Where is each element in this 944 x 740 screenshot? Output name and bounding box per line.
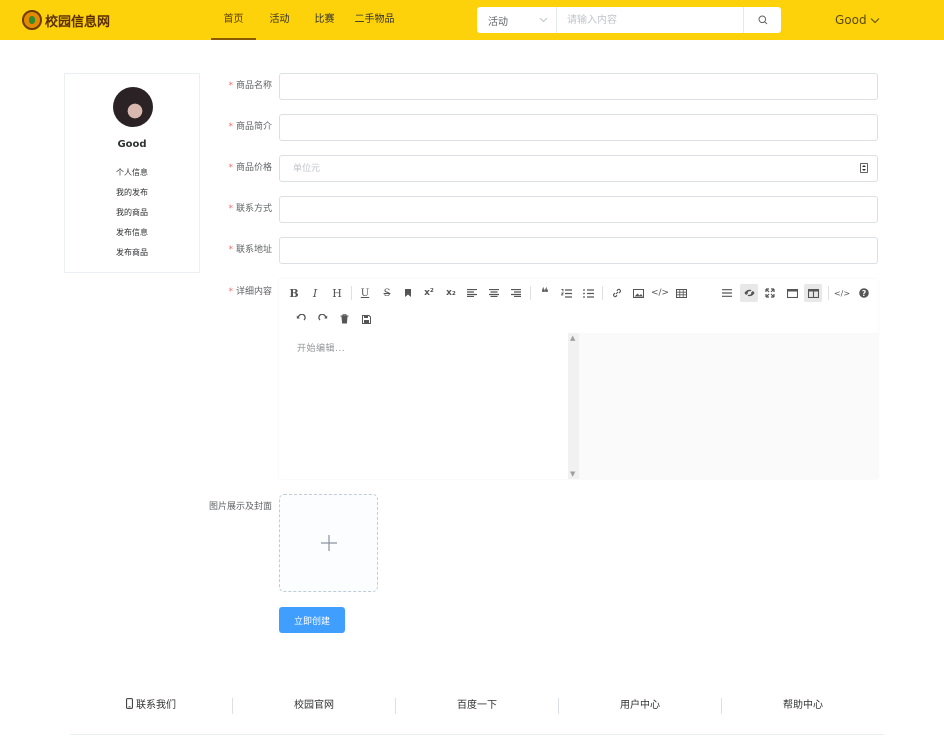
field-label: * 商品名称: [228, 81, 272, 91]
split-view-icon[interactable]: [804, 284, 822, 302]
nav-item-home[interactable]: 首页: [211, 0, 256, 40]
footer-contact-us[interactable]: 联系我们: [70, 693, 232, 719]
user-sidebar: Good 个人信息 我的发布 我的商品 发布信息 发布商品: [64, 73, 200, 273]
bold-icon[interactable]: B: [285, 284, 303, 302]
form-row-price: * 商品价格: [200, 155, 878, 182]
phone-icon: [126, 698, 133, 709]
sidebar-item-profile[interactable]: 个人信息: [65, 166, 199, 186]
top-header: 校园信息网 首页 活动 比赛 二手物品 活动 Good: [0, 0, 944, 40]
strikethrough-icon[interactable]: S: [378, 284, 396, 302]
footer-baidu[interactable]: 百度一下: [396, 693, 558, 719]
contact-input[interactable]: [279, 196, 878, 223]
footer-user-center[interactable]: 用户中心: [559, 693, 721, 719]
editor-scrollbar[interactable]: ▲ ▼: [568, 333, 579, 479]
product-price-input[interactable]: [279, 155, 878, 182]
plus-icon: [320, 535, 337, 551]
search-category-select[interactable]: 活动: [477, 7, 557, 33]
save-icon[interactable]: [357, 310, 375, 328]
site-logo[interactable]: 校园信息网: [22, 10, 110, 30]
chevron-down-icon: [539, 17, 548, 23]
field-label: * 商品简介: [228, 122, 272, 132]
image-upload-box[interactable]: [279, 494, 378, 592]
sidebar-menu: 个人信息 我的发布 我的商品 发布信息 发布商品: [65, 166, 199, 266]
window-icon[interactable]: [783, 284, 801, 302]
quote-icon[interactable]: ❝: [536, 284, 554, 302]
image-icon[interactable]: [629, 284, 647, 302]
field-label: * 联系地址: [228, 245, 272, 255]
markdown-editor: B I H U S x² x₂ ❝ </> </> ? 开始编辑... ▲ ▼: [279, 279, 878, 479]
align-left-icon[interactable]: [463, 284, 481, 302]
form-row-name: * 商品名称: [200, 73, 878, 100]
editor-toolbar: B I H U S x² x₂ ❝ </> </> ?: [279, 279, 878, 333]
logo-text: 校园信息网: [45, 14, 111, 30]
code-icon[interactable]: </>: [651, 284, 669, 302]
nav-item-competitions[interactable]: 比赛: [302, 0, 347, 40]
nav-item-second-hand[interactable]: 二手物品: [347, 0, 402, 40]
scroll-down-icon[interactable]: ▼: [570, 470, 575, 478]
svg-text:?: ?: [862, 289, 866, 298]
link-icon[interactable]: [608, 284, 626, 302]
logo-icon: [22, 10, 42, 30]
field-label: * 商品价格: [228, 163, 272, 173]
field-label: * 联系方式: [228, 204, 272, 214]
underline-icon[interactable]: U: [356, 284, 374, 302]
product-summary-input[interactable]: [279, 114, 878, 141]
unordered-list-icon[interactable]: [579, 284, 597, 302]
eye-off-icon[interactable]: [740, 284, 758, 302]
upload-label: 图片展示及封面: [208, 502, 272, 512]
heading-icon[interactable]: H: [328, 284, 346, 302]
table-icon[interactable]: [672, 284, 690, 302]
fullscreen-icon[interactable]: [761, 284, 779, 302]
scroll-up-icon[interactable]: ▲: [570, 334, 575, 342]
trash-icon[interactable]: [335, 310, 353, 328]
italic-icon[interactable]: I: [306, 284, 324, 302]
footer-campus-site[interactable]: 校园官网: [233, 693, 395, 719]
form-row-summary: * 商品简介: [200, 114, 878, 141]
editor-text-area[interactable]: 开始编辑...: [279, 333, 579, 479]
search-bar: 活动: [477, 7, 781, 33]
create-button[interactable]: 立即创建: [279, 607, 345, 633]
sidebar-user-name: Good: [117, 139, 147, 150]
search-icon: [758, 15, 767, 25]
avatar: [113, 87, 153, 127]
sidebar-item-my-goods[interactable]: 我的商品: [65, 206, 199, 226]
redo-icon[interactable]: [314, 310, 332, 328]
html-code-icon[interactable]: </>: [833, 284, 851, 302]
form-row-contact: * 联系方式: [200, 196, 878, 223]
chevron-down-icon: [870, 17, 879, 23]
nav-item-activities[interactable]: 活动: [257, 0, 302, 40]
align-center-icon[interactable]: [485, 284, 503, 302]
menu-icon[interactable]: [718, 284, 736, 302]
search-input[interactable]: [557, 7, 743, 33]
bookmark-icon[interactable]: [399, 284, 417, 302]
user-menu-name: Good: [835, 13, 867, 27]
editor-preview-pane: [579, 333, 878, 479]
sidebar-item-post-info[interactable]: 发布信息: [65, 226, 199, 246]
search-category-value: 活动: [488, 16, 508, 28]
superscript-icon[interactable]: x²: [420, 284, 438, 302]
field-label: * 详细内容: [228, 287, 272, 297]
price-stepper[interactable]: [860, 163, 868, 173]
address-input[interactable]: [279, 237, 878, 264]
main-nav: 首页 活动 比赛 二手物品: [211, 0, 402, 40]
align-right-icon[interactable]: [507, 284, 525, 302]
search-button[interactable]: [743, 7, 781, 33]
ordered-list-icon[interactable]: [557, 284, 575, 302]
sidebar-item-my-posts[interactable]: 我的发布: [65, 186, 199, 206]
undo-icon[interactable]: [292, 310, 310, 328]
sidebar-item-post-goods[interactable]: 发布商品: [65, 246, 199, 266]
product-name-input[interactable]: [279, 73, 878, 100]
footer-help-center[interactable]: 帮助中心: [722, 693, 884, 719]
user-menu[interactable]: Good: [835, 13, 880, 27]
subscript-icon[interactable]: x₂: [442, 284, 460, 302]
page-footer: 联系我们 校园官网 百度一下 用户中心 帮助中心: [70, 693, 884, 735]
editor-placeholder: 开始编辑...: [297, 344, 346, 354]
form-row-address: * 联系地址: [200, 237, 878, 264]
help-icon[interactable]: ?: [855, 284, 873, 302]
